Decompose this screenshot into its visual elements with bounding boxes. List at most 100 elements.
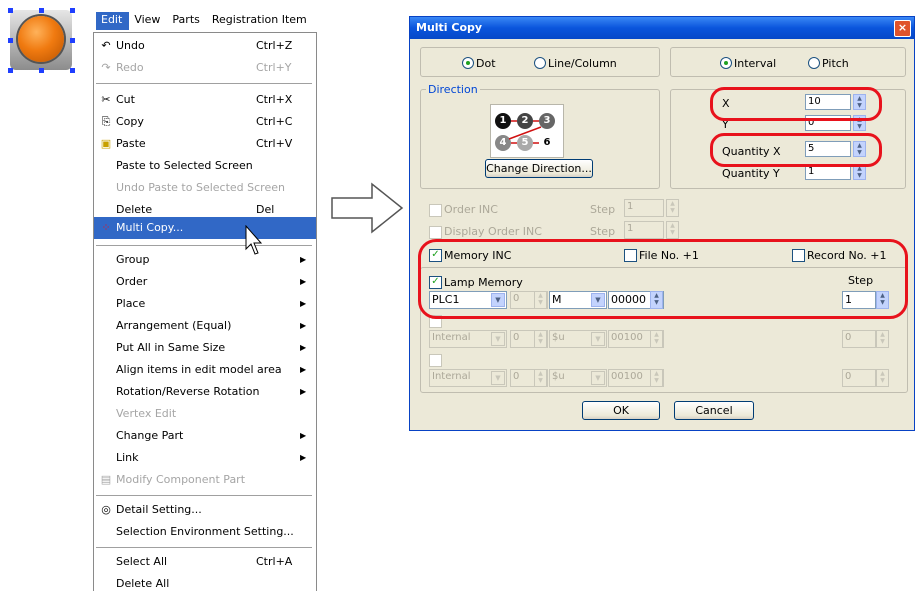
menu-registration-item[interactable]: Registration Item — [207, 12, 314, 30]
menu-item-copy[interactable]: ⎘ Copy Ctrl+C — [94, 111, 316, 133]
cancel-button[interactable]: Cancel — [674, 401, 754, 420]
close-button[interactable]: × — [894, 20, 911, 37]
menu-item-order[interactable]: Order ▶ — [94, 271, 316, 293]
menu-separator — [96, 245, 312, 246]
multi-copy-dialog: Multi Copy × Dot Line/Column Interval Pi… — [409, 16, 915, 431]
menu-item-paste-to-selected-screen[interactable]: Paste to Selected Screen — [94, 155, 316, 177]
selection-handle[interactable] — [8, 68, 13, 73]
menu-parts[interactable]: Parts — [167, 12, 206, 30]
selection-handle[interactable] — [8, 38, 13, 43]
selection-handle[interactable] — [70, 8, 75, 13]
display-order-inc-step-input[interactable]: 1 — [624, 221, 664, 239]
row2-address-spinner[interactable]: ▲ ▼ — [650, 330, 663, 348]
line-column-radio[interactable] — [534, 57, 546, 69]
annotation-ring — [710, 87, 882, 121]
detail-icon: ◎ — [101, 503, 111, 516]
menu-item-delete-all[interactable]: Delete All — [94, 573, 316, 595]
menu-item-select-all[interactable]: Select All Ctrl+A — [94, 551, 316, 573]
memory-row3-checkbox[interactable] — [429, 354, 442, 367]
direction-arrows-icon — [508, 120, 542, 144]
menu-item-group[interactable]: Group ▶ — [94, 249, 316, 271]
menu-item-align-items[interactable]: Align items in edit model area ▶ — [94, 359, 316, 381]
chevron-down-icon[interactable]: ▼ — [491, 332, 505, 346]
menu-item-arrangement[interactable]: Arrangement (Equal) ▶ — [94, 315, 316, 337]
row2-station-spinner[interactable]: ▲ ▼ — [534, 330, 547, 348]
menu-item-detail-setting[interactable]: ◎ Detail Setting... — [94, 499, 316, 521]
menu-item-change-part[interactable]: Change Part ▶ — [94, 425, 316, 447]
selection-handle[interactable] — [39, 68, 44, 73]
order-inc-label: Order INC — [444, 203, 498, 216]
order-inc-step-spinner[interactable]: ▲ ▼ — [666, 199, 679, 217]
menu-item-link[interactable]: Link ▶ — [94, 447, 316, 469]
line-column-label: Line/Column — [548, 57, 617, 70]
selection-handle[interactable] — [70, 38, 75, 43]
order-inc-checkbox[interactable] — [429, 204, 442, 217]
submenu-arrow-icon: ▶ — [300, 299, 307, 308]
pitch-radio[interactable] — [808, 57, 820, 69]
ok-button[interactable]: OK — [582, 401, 660, 420]
edit-menu: ↶ Undo Ctrl+Z ↷ Redo Ctrl+Y ✂ Cut Ctrl+X… — [93, 32, 317, 591]
scissors-icon: ✂ — [101, 93, 111, 106]
component-icon: ▤ — [100, 473, 112, 486]
menu-edit[interactable]: Edit — [96, 12, 130, 30]
row3-step-spinner[interactable]: ▲ ▼ — [876, 369, 889, 387]
display-order-inc-step-spinner[interactable]: ▲ ▼ — [666, 221, 679, 239]
menu-item-rotation[interactable]: Rotation/Reverse Rotation ▶ — [94, 381, 316, 403]
interval-radio[interactable] — [720, 57, 732, 69]
copy-icon: ⎘ — [101, 115, 111, 128]
submenu-arrow-icon: ▶ — [300, 453, 307, 462]
multi-copy-icon: ⁘ — [101, 221, 111, 234]
menu-item-cut[interactable]: ✂ Cut Ctrl+X — [94, 89, 316, 111]
undo-icon: ↶ — [101, 39, 111, 52]
display-order-inc-checkbox[interactable] — [429, 226, 442, 239]
menu-item-redo[interactable]: ↷ Redo Ctrl+Y — [94, 57, 316, 79]
menu-item-undo-paste[interactable]: Undo Paste to Selected Screen — [94, 177, 316, 199]
chevron-down-icon[interactable]: ▼ — [491, 371, 505, 385]
menu-item-vertex-edit[interactable]: Vertex Edit — [94, 403, 316, 425]
menu-bar: Edit View Parts Registration Item — [96, 12, 314, 30]
lamp-icon — [18, 16, 64, 62]
row3-step-input[interactable]: 0 — [842, 369, 876, 387]
mouse-cursor-icon — [245, 225, 263, 255]
interval-label: Interval — [734, 57, 777, 70]
menu-item-place[interactable]: Place ▶ — [94, 293, 316, 315]
right-arrow-icon — [331, 182, 404, 234]
direction-preview: 1 2 3 4 5 6 — [490, 104, 564, 158]
submenu-arrow-icon: ▶ — [300, 277, 307, 286]
menu-item-undo[interactable]: ↶ Undo Ctrl+Z — [94, 35, 316, 57]
row3-address-spinner[interactable]: ▲ ▼ — [650, 369, 663, 387]
menu-separator — [96, 83, 312, 84]
selection-handle[interactable] — [39, 8, 44, 13]
chevron-down-icon[interactable]: ▼ — [591, 371, 605, 385]
dot-radio[interactable] — [462, 57, 474, 69]
redo-icon: ↷ — [101, 61, 111, 74]
spacing-group — [670, 47, 906, 77]
row2-step-input[interactable]: 0 — [842, 330, 876, 348]
title-bar: Multi Copy × — [410, 17, 914, 39]
row3-station-spinner[interactable]: ▲ ▼ — [534, 369, 547, 387]
selection-handle[interactable] — [70, 68, 75, 73]
menu-view[interactable]: View — [129, 12, 167, 30]
chevron-down-icon[interactable]: ▼ — [591, 332, 605, 346]
menu-item-modify-component[interactable]: ▤ Modify Component Part — [94, 469, 316, 491]
order-inc-step-input[interactable]: 1 — [624, 199, 664, 217]
quantity-y-label: Quantity Y — [722, 167, 780, 180]
submenu-arrow-icon: ▶ — [300, 387, 307, 396]
menu-separator — [96, 495, 312, 496]
clipboard-icon: ▣ — [100, 137, 112, 150]
order-inc-step-label: Step — [590, 203, 616, 216]
menu-item-multi-copy[interactable]: ⁘ Multi Copy... — [94, 217, 316, 239]
submenu-arrow-icon: ▶ — [300, 343, 307, 352]
change-direction-button[interactable]: Change Direction... — [485, 159, 593, 178]
dot-label: Dot — [476, 57, 496, 70]
submenu-arrow-icon: ▶ — [300, 321, 307, 330]
display-order-inc-label: Display Order INC — [444, 225, 542, 238]
annotation-ring — [418, 239, 908, 319]
menu-item-same-size[interactable]: Put All in Same Size ▶ — [94, 337, 316, 359]
submenu-arrow-icon: ▶ — [300, 365, 307, 374]
menu-item-selection-environment[interactable]: Selection Environment Setting... — [94, 521, 316, 543]
pitch-label: Pitch — [822, 57, 849, 70]
selection-handle[interactable] — [8, 8, 13, 13]
menu-item-paste[interactable]: ▣ Paste Ctrl+V — [94, 133, 316, 155]
row2-step-spinner[interactable]: ▲ ▼ — [876, 330, 889, 348]
